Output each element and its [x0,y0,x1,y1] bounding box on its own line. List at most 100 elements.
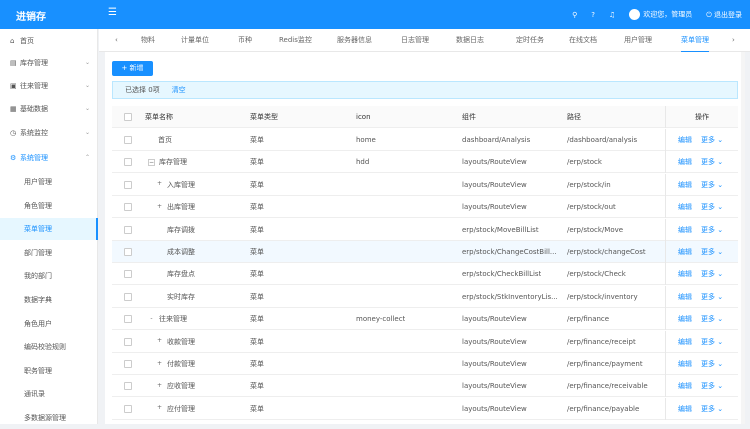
expand-toggle-icon[interactable]: + [156,203,163,211]
more-dropdown[interactable]: 更多 ⌄ [701,360,723,368]
menu-toggle-icon[interactable]: ☰ [108,7,117,18]
row-checkbox[interactable] [124,136,132,144]
select-all-checkbox[interactable] [124,113,132,121]
expand-toggle-icon[interactable]: - [148,315,155,323]
edit-link[interactable]: 编辑 [678,315,692,323]
sidebar-subitem[interactable]: 我的部门 [0,265,98,287]
more-dropdown[interactable]: 更多 ⌄ [701,158,723,166]
help-icon[interactable]: ? [591,11,595,19]
sidebar-subitem[interactable]: 数据字典 [0,289,98,311]
sidebar-item[interactable]: ⌂ 首页 [0,30,98,52]
table-row[interactable]: 首页 菜单 home dashboard/Analysis/dashboard/ana… [112,129,738,151]
sidebar-item[interactable]: ⚙ 系统管理 ⌃ [0,147,98,169]
more-dropdown[interactable]: 更多 ⌄ [701,226,723,234]
sidebar-subitem[interactable]: 角色管理 [0,195,98,217]
expand-toggle-icon[interactable]: + [156,181,163,188]
more-dropdown[interactable]: 更多 ⌄ [701,270,723,278]
row-checkbox[interactable] [124,337,132,346]
sidebar-subitem[interactable]: 职务管理 [0,360,98,382]
edit-link[interactable]: 编辑 [678,203,692,211]
more-dropdown[interactable]: 更多 ⌄ [701,203,723,211]
tab-item[interactable]: 用户管理 [624,29,652,52]
row-checkbox[interactable] [124,270,132,279]
tab-item[interactable]: 服务器信息 [337,29,372,52]
table-row[interactable]: + 应收管理 菜单 layouts/RouteView/erp/finance/rec… [112,375,738,398]
sidebar-subitem[interactable]: 编码校验规则 [0,336,98,358]
table-row[interactable]: − 库存管理 菜单 hdd layouts/RouteView/erp/stock 编辑 更… [112,151,738,174]
row-checkbox[interactable] [124,292,132,301]
sidebar-subitem[interactable]: 多数据源管理 [0,407,98,429]
more-dropdown[interactable]: 更多 ⌄ [701,293,723,301]
table-row[interactable]: + 出库管理 菜单 layouts/RouteView/erp/stock/out 编辑… [112,196,738,219]
edit-link[interactable]: 编辑 [678,360,692,368]
more-dropdown[interactable]: 更多 ⌄ [701,382,723,390]
edit-link[interactable]: 编辑 [678,248,692,256]
edit-link[interactable]: 编辑 [678,405,692,413]
tab-item[interactable]: 定时任务 [516,29,544,52]
tab-item[interactable]: Redis监控 [279,29,312,52]
tab-item[interactable]: 计量单位 [181,29,209,52]
more-dropdown[interactable]: 更多 ⌄ [701,315,723,323]
edit-link[interactable]: 编辑 [678,270,692,278]
sidebar-subitem[interactable]: 部门管理 [0,242,98,264]
more-dropdown[interactable]: 更多 ⌄ [701,136,723,144]
sidebar-item[interactable]: ◷ 系统监控 ⌄ [0,122,98,144]
table-row[interactable]: + 付款管理 菜单 layouts/RouteView/erp/finance/pay… [112,353,738,375]
row-checkbox[interactable] [124,180,132,189]
table-row[interactable]: + 收款管理 菜单 layouts/RouteView/erp/finance/rec… [112,330,738,353]
tab-scroll-left-icon[interactable]: ‹ [115,29,118,52]
row-checkbox[interactable] [124,203,132,212]
search-icon[interactable]: ⚲ [572,11,577,19]
edit-link[interactable]: 编辑 [678,338,692,346]
tab-scroll-right-icon[interactable]: › [732,29,735,52]
row-checkbox[interactable] [124,382,132,391]
edit-link[interactable]: 编辑 [678,158,692,166]
user-menu[interactable]: 欢迎您，管理员 [629,9,692,20]
bell-icon[interactable]: ♫ [609,11,615,19]
tab-item[interactable]: 币种 [238,29,252,52]
more-dropdown[interactable]: 更多 ⌄ [701,181,723,189]
tab-item[interactable]: 数据日志 [456,29,484,52]
more-dropdown[interactable]: 更多 ⌄ [701,338,723,346]
tab-item[interactable]: 日志管理 [401,29,429,52]
row-checkbox[interactable] [124,360,132,368]
sidebar-item[interactable]: ▦ 基础数据 ⌄ [0,98,98,120]
table-row[interactable]: 实时库存 菜单 erp/stock/StkInventoryLis... /erp/s… [112,285,738,308]
edit-link[interactable]: 编辑 [678,181,692,189]
logout-button[interactable]: ⏻ 退出登录 [706,10,742,20]
scrollbar[interactable] [741,52,745,424]
tab-item[interactable]: 物料 [141,29,155,52]
sidebar-subitem[interactable]: 菜单管理 [0,218,98,241]
table-row[interactable]: 库存调拨 菜单 erp/stock/MoveBillList/erp/stock/M… [112,218,738,241]
edit-link[interactable]: 编辑 [678,136,692,144]
edit-link[interactable]: 编辑 [678,226,692,234]
row-checkbox[interactable] [124,315,132,324]
sidebar-subitem[interactable]: 用户管理 [0,171,98,193]
expand-toggle-icon[interactable]: + [156,338,163,345]
more-dropdown[interactable]: 更多 ⌄ [701,248,723,256]
row-checkbox[interactable] [124,225,132,234]
table-row[interactable]: + 入库管理 菜单 layouts/RouteView/erp/stock/in 编辑 更… [112,173,738,196]
expand-toggle-icon[interactable]: + [156,405,163,412]
table-row[interactable]: + 应付管理 菜单 layouts/RouteView/erp/finance/pay… [112,397,738,420]
sidebar-subitem[interactable]: 角色用户 [0,313,98,335]
table-row[interactable]: - 往来管理 菜单 money-collect layouts/RouteView/er… [112,308,738,331]
more-dropdown[interactable]: 更多 ⌄ [701,405,723,413]
expand-toggle-icon[interactable]: − [148,158,155,166]
row-checkbox[interactable] [124,248,132,256]
sidebar-subitem[interactable]: 通讯录 [0,383,98,405]
edit-link[interactable]: 编辑 [678,293,692,301]
expand-toggle-icon[interactable]: + [156,382,163,390]
row-checkbox[interactable] [124,158,132,167]
clear-link[interactable]: 清空 [172,86,186,94]
expand-toggle-icon[interactable]: + [156,360,163,368]
edit-link[interactable]: 编辑 [678,382,692,390]
tab-item[interactable]: 在线文档 [569,29,597,52]
table-row[interactable]: 成本调整 菜单 erp/stock/ChangeCostBill... /erp/st… [112,241,738,263]
add-button[interactable]: + 新增 [112,61,153,76]
tab-item[interactable]: 菜单管理 [681,29,709,52]
row-checkbox[interactable] [124,404,132,413]
table-row[interactable]: 库存盘点 菜单 erp/stock/CheckBillList/erp/stock/… [112,263,738,286]
sidebar-item[interactable]: ▤ 库存管理 ⌄ [0,52,98,74]
sidebar-item[interactable]: ▣ 往来管理 ⌄ [0,75,98,97]
